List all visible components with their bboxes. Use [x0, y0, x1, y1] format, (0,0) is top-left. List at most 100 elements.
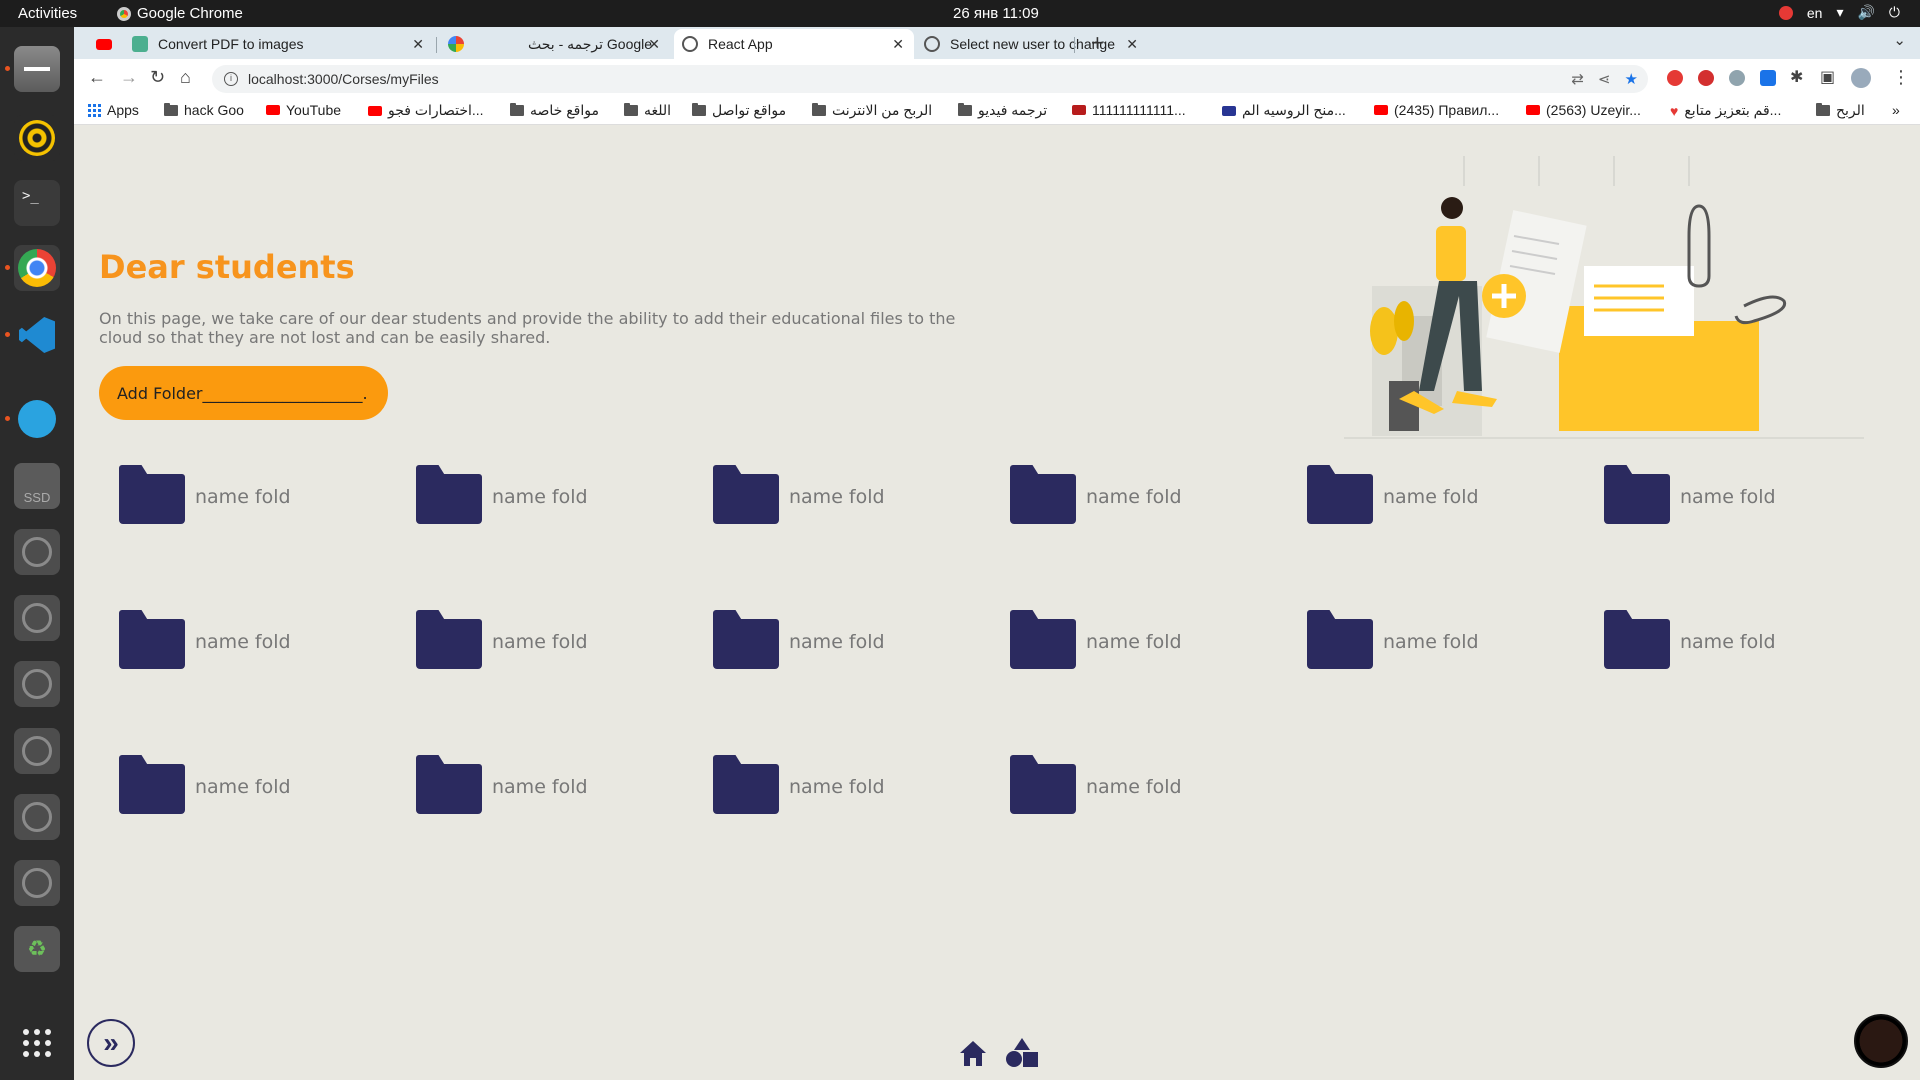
disc-drive-icon[interactable] — [14, 794, 60, 840]
address-bar[interactable]: i localhost:3000/Corses/myFiles ⇄ ⋖ ★ — [212, 65, 1648, 93]
app-name: Google Chrome — [137, 5, 243, 22]
add-folder-button[interactable]: Add Folder____________________. — [99, 366, 388, 420]
bookmark-folder[interactable]: مواقع خاصه — [510, 102, 599, 119]
bookmark-folder[interactable]: مواقع تواصل — [692, 102, 786, 119]
home-icon[interactable] — [958, 1039, 988, 1067]
folder-item[interactable]: name fold — [1010, 611, 1182, 669]
disc-drive-icon[interactable] — [14, 661, 60, 707]
close-icon[interactable]: ✕ — [1126, 36, 1138, 53]
bookmark-youtube[interactable]: YouTube — [266, 102, 341, 118]
show-apps-icon[interactable] — [14, 1020, 60, 1066]
extension-icon[interactable] — [1698, 70, 1714, 86]
folder-icon — [119, 474, 185, 524]
folder-icon — [713, 764, 779, 814]
folder-item[interactable]: name fold — [1307, 466, 1479, 524]
disc-drive-icon[interactable] — [14, 595, 60, 641]
new-tab-button[interactable]: + — [1091, 30, 1104, 56]
folder-icon — [416, 619, 482, 669]
folder-icon — [1010, 474, 1076, 524]
volume-icon[interactable]: 🔊 — [1857, 4, 1874, 21]
folder-item[interactable]: name fold — [416, 756, 588, 814]
youtube-icon — [368, 105, 382, 116]
puzzle-extensions-icon[interactable]: ✱ — [1790, 67, 1803, 87]
youtube-icon — [96, 38, 112, 50]
more-menu-icon[interactable]: ⋮ — [1892, 67, 1910, 88]
folder-icon — [624, 103, 638, 116]
translate-icon[interactable]: ⇄ — [1571, 70, 1584, 88]
folder-item[interactable]: name fold — [713, 611, 885, 669]
close-icon[interactable]: ✕ — [648, 36, 660, 53]
bookmark-folder[interactable]: hack Goo — [164, 102, 244, 118]
bookmark-star-icon[interactable]: ★ — [1625, 70, 1638, 88]
activities-button[interactable]: Activities — [18, 5, 77, 22]
folder-item[interactable]: name fold — [119, 611, 291, 669]
folder-item[interactable]: name fold — [1604, 466, 1776, 524]
tab-react-app[interactable]: React App ✕ — [674, 29, 914, 59]
files-icon[interactable] — [5, 46, 60, 92]
vscode-icon[interactable] — [5, 312, 60, 358]
close-icon[interactable]: ✕ — [892, 36, 904, 53]
clock[interactable]: 26 янв 11:09 — [953, 5, 1039, 22]
tab-label: React App — [708, 36, 773, 52]
site-info-icon[interactable]: i — [224, 72, 238, 86]
tab-search-chevron-icon[interactable]: ⌄ — [1893, 31, 1906, 49]
trash-icon[interactable]: ♻ — [14, 926, 60, 972]
user-avatar[interactable] — [1854, 1014, 1908, 1068]
folder-item[interactable]: name fold — [1604, 611, 1776, 669]
language-indicator[interactable]: en — [1807, 5, 1823, 21]
expand-sidebar-button[interactable]: » — [87, 1019, 135, 1067]
rhythmbox-icon[interactable] — [14, 115, 60, 161]
back-arrow-icon[interactable]: ← — [88, 67, 106, 88]
globe-favicon — [924, 36, 940, 52]
app-menu[interactable]: Google Chrome — [117, 5, 243, 22]
bookmark-link[interactable]: ♥ قم بتعزيز متابع... — [1670, 102, 1781, 119]
disc-drive-icon[interactable] — [14, 860, 60, 906]
profile-avatar-icon[interactable] — [1851, 68, 1871, 88]
folder-item[interactable]: name fold — [713, 466, 885, 524]
reload-icon[interactable]: ↻ — [150, 67, 165, 88]
bookmark-link[interactable]: اختصارات فجو... — [368, 102, 484, 119]
ssd-drive-icon[interactable]: SSD — [14, 463, 60, 509]
folder-item[interactable]: name fold — [416, 466, 588, 524]
bookmark-folder[interactable]: اللغه — [624, 102, 671, 119]
recording-icon[interactable] — [1778, 5, 1793, 20]
chrome-dock-icon[interactable] — [5, 245, 60, 291]
folder-item[interactable]: name fold — [119, 756, 291, 814]
close-icon[interactable]: ✕ — [412, 36, 424, 53]
bookmark-link[interactable]: (2435) Правил... — [1374, 102, 1499, 118]
bookmark-folder[interactable]: ترجمه فيديو — [958, 102, 1047, 119]
folder-item[interactable]: name fold — [1307, 611, 1479, 669]
bookmark-link[interactable]: منح الروسيه الم... — [1222, 102, 1346, 119]
wifi-icon[interactable]: ▾ — [1836, 4, 1843, 21]
terminal-icon[interactable]: >_ — [14, 180, 60, 226]
bookmark-link[interactable]: (2563) Uzeyir... — [1526, 102, 1641, 118]
folder-item[interactable]: name fold — [119, 466, 291, 524]
pinned-youtube-tab[interactable] — [88, 29, 118, 59]
url-text[interactable]: localhost:3000/Corses/myFiles — [248, 71, 439, 87]
folder-item[interactable]: name fold — [1010, 756, 1182, 814]
folder-item[interactable]: name fold — [416, 611, 588, 669]
folder-item[interactable]: name fold — [713, 756, 885, 814]
folder-item[interactable]: name fold — [1010, 466, 1182, 524]
home-button-icon[interactable]: ⌂ — [180, 67, 191, 88]
share-icon[interactable]: ⋖ — [1598, 70, 1611, 88]
bookmark-folder[interactable]: الربح من الانترنت — [812, 102, 932, 119]
disc-drive-icon[interactable] — [14, 529, 60, 575]
bookmark-link[interactable]: 111111111111... — [1072, 102, 1186, 118]
tab-select-user[interactable]: Select new user to change ✕ — [916, 29, 1148, 59]
shapes-icon[interactable] — [1005, 1036, 1039, 1068]
bookmarks-overflow-button[interactable]: » — [1892, 102, 1900, 118]
bookmark-apps[interactable]: Apps — [88, 102, 139, 118]
disc-drive-icon[interactable] — [14, 728, 60, 774]
bookmark-folder[interactable]: الربح — [1816, 102, 1865, 119]
system-tray[interactable]: en ▾ 🔊 ⏻ — [1778, 4, 1900, 21]
extension-icon[interactable] — [1667, 70, 1683, 86]
translate-extension-icon[interactable] — [1760, 70, 1776, 86]
forward-arrow-icon[interactable]: → — [120, 67, 138, 88]
telegram-icon[interactable] — [5, 396, 60, 442]
tab-google-search[interactable]: ترجمه - بحث Google ✕ — [440, 29, 670, 59]
tab-convert-pdf[interactable]: Convert PDF to images ✕ — [124, 29, 434, 59]
power-icon[interactable]: ⏻ — [1889, 4, 1900, 21]
extension-icon[interactable] — [1729, 70, 1745, 86]
side-panel-icon[interactable]: ▣ — [1820, 67, 1835, 87]
